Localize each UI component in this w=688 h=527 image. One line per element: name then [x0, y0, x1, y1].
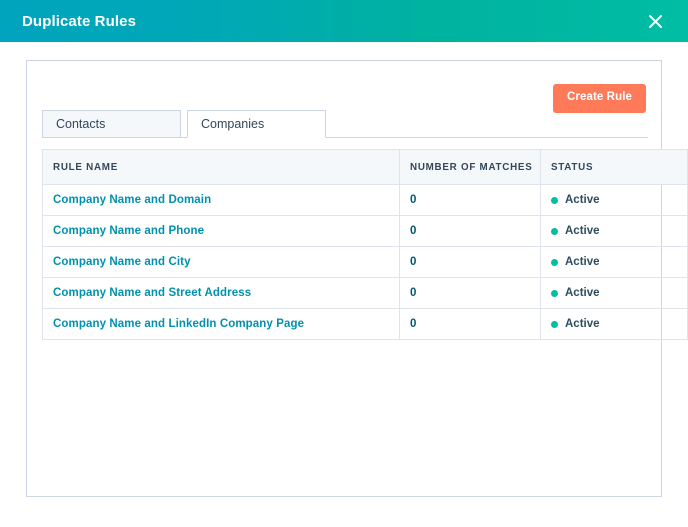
- table-body: Company Name and Domain 0 Active Company…: [42, 184, 688, 340]
- status-label: Active: [565, 194, 600, 206]
- status-label: Active: [565, 287, 600, 299]
- tab-companies-label: Companies: [201, 117, 265, 131]
- tab-contacts-label: Contacts: [56, 117, 106, 131]
- status-badge: Active: [551, 309, 687, 339]
- table-row[interactable]: Company Name and LinkedIn Company Page 0…: [42, 308, 688, 340]
- status-dot-icon: [551, 227, 558, 235]
- create-rule-button[interactable]: Create Rule: [552, 84, 646, 113]
- cell-matches: 0: [399, 308, 541, 340]
- cell-rule-name: Company Name and Phone: [42, 215, 400, 247]
- tab-strip: Contacts Companies: [42, 110, 648, 138]
- status-badge: Active: [551, 185, 687, 215]
- tab-contacts[interactable]: Contacts: [42, 110, 181, 138]
- status-dot-icon: [551, 196, 558, 204]
- cell-matches: 0: [399, 246, 541, 278]
- cell-rule-name: Company Name and Street Address: [42, 277, 400, 309]
- duplicate-rules-panel: Create Rule Contacts Companies RULE NAME…: [26, 60, 688, 497]
- table-row[interactable]: Company Name and Phone 0 Active: [42, 215, 688, 247]
- page-title: Duplicate Rules: [22, 12, 137, 30]
- cell-matches: 0: [399, 277, 541, 309]
- status-label: Active: [565, 256, 600, 268]
- action-row: Create Rule: [552, 84, 646, 113]
- table-row[interactable]: Company Name and City 0 Active: [42, 246, 688, 278]
- column-header-number-of-matches: NUMBER OF MATCHES: [399, 149, 541, 185]
- status-dot-icon: [551, 289, 558, 297]
- cell-status: Active: [540, 277, 688, 309]
- rule-name-link[interactable]: Company Name and Phone: [53, 225, 204, 237]
- table-row[interactable]: Company Name and Street Address 0 Active: [42, 277, 688, 309]
- match-count: 0: [410, 256, 417, 268]
- status-label: Active: [565, 225, 600, 237]
- cell-status: Active: [540, 308, 688, 340]
- rule-name-link[interactable]: Company Name and LinkedIn Company Page: [53, 318, 304, 330]
- close-icon: [648, 14, 663, 29]
- match-count: 0: [410, 287, 417, 299]
- status-badge: Active: [551, 216, 687, 246]
- cell-matches: 0: [399, 184, 541, 216]
- status-dot-icon: [551, 320, 558, 328]
- cell-status: Active: [540, 184, 688, 216]
- rules-table: RULE NAME NUMBER OF MATCHES STATUS Compa…: [42, 149, 688, 340]
- column-header-rule-name: RULE NAME: [42, 149, 400, 185]
- cell-status: Active: [540, 246, 688, 278]
- status-label: Active: [565, 318, 600, 330]
- rule-name-link[interactable]: Company Name and City: [53, 256, 191, 268]
- table-header: RULE NAME NUMBER OF MATCHES STATUS: [42, 149, 688, 185]
- close-button[interactable]: [642, 8, 668, 34]
- status-badge: Active: [551, 278, 687, 308]
- table-row[interactable]: Company Name and Domain 0 Active: [42, 184, 688, 216]
- cell-status: Active: [540, 215, 688, 247]
- match-count: 0: [410, 194, 417, 206]
- table-header-row: RULE NAME NUMBER OF MATCHES STATUS: [42, 149, 688, 185]
- rule-name-link[interactable]: Company Name and Domain: [53, 194, 211, 206]
- rule-name-link[interactable]: Company Name and Street Address: [53, 287, 251, 299]
- cell-matches: 0: [399, 215, 541, 247]
- status-badge: Active: [551, 247, 687, 277]
- status-dot-icon: [551, 258, 558, 266]
- cell-rule-name: Company Name and LinkedIn Company Page: [42, 308, 400, 340]
- column-header-status: STATUS: [540, 149, 688, 185]
- cell-rule-name: Company Name and City: [42, 246, 400, 278]
- tab-companies[interactable]: Companies: [187, 110, 326, 138]
- match-count: 0: [410, 225, 417, 237]
- rules-table-container: RULE NAME NUMBER OF MATCHES STATUS Compa…: [42, 149, 688, 340]
- cell-rule-name: Company Name and Domain: [42, 184, 400, 216]
- match-count: 0: [410, 318, 417, 330]
- modal-header: Duplicate Rules: [0, 0, 688, 42]
